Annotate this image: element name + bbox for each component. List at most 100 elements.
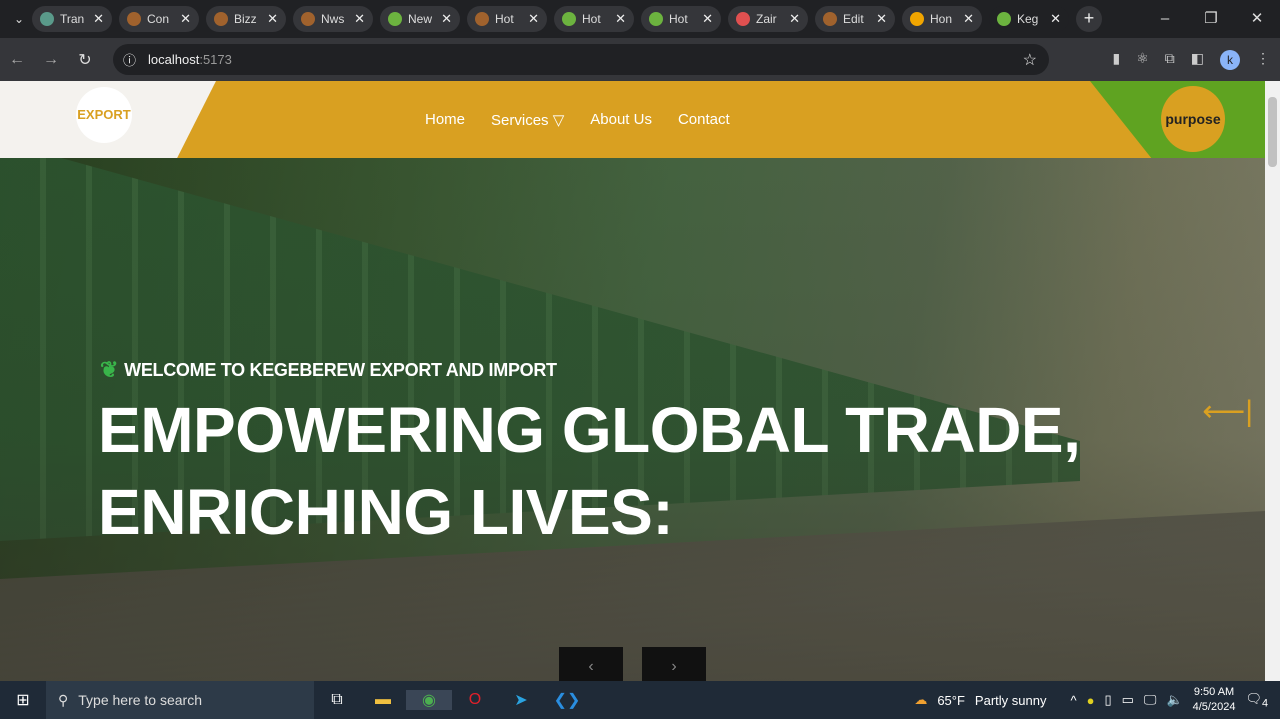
browser-tab[interactable]: Hon ✕ (902, 6, 982, 32)
tab-label: Hon (930, 12, 953, 26)
search-placeholder: Type here to search (78, 692, 203, 708)
reload-icon[interactable]: ↻ (68, 50, 102, 70)
site-header: EXPORT purpose Home Services ▽ About Us … (0, 81, 1265, 158)
tab-label: Keg (1017, 12, 1039, 26)
weather-text[interactable]: Partly sunny (975, 693, 1047, 708)
tab-label: Bizz (234, 12, 257, 26)
browser-tab[interactable]: New ✕ (380, 6, 460, 32)
browser-tab[interactable]: Edit ✕ (815, 6, 895, 32)
site-info-icon[interactable]: ⓘ (123, 50, 136, 69)
minimize-button[interactable]: – (1142, 0, 1188, 38)
restore-button[interactable]: ❐ (1188, 0, 1234, 38)
extensions-puzzle-icon[interactable]: ⧉ (1165, 50, 1175, 70)
task-view-icon[interactable]: ⧉ (314, 691, 360, 709)
tab-close-icon[interactable]: ✕ (267, 11, 278, 27)
nav-about[interactable]: About Us (590, 111, 652, 129)
nav-contact[interactable]: Contact (678, 111, 730, 129)
tab-favicon-icon (388, 12, 402, 26)
windows-start-icon[interactable]: ⊞ (0, 690, 46, 710)
taskbar-search[interactable]: ⚲ Type here to search (46, 681, 314, 719)
browser-tab[interactable]: Hot ✕ (554, 6, 634, 32)
network-icon[interactable]: 🖵 (1144, 692, 1157, 708)
url-input[interactable]: ⓘ localhost:5173 ☆ (113, 44, 1049, 75)
welcome-text: WELCOME TO KEGEBEREW EXPORT AND IMPORT (124, 359, 557, 380)
vscode-icon[interactable]: ❮❯ (544, 690, 590, 710)
tab-close-icon[interactable]: ✕ (876, 11, 887, 27)
tab-close-icon[interactable]: ✕ (702, 11, 713, 27)
chrome-icon[interactable]: ◉ (406, 690, 452, 710)
nav-services[interactable]: Services ▽ (491, 111, 564, 129)
tab-favicon-icon (649, 12, 663, 26)
search-icon: ⚲ (58, 691, 69, 708)
browser-tab[interactable]: Zair ✕ (728, 6, 808, 32)
tab-label: Hot (669, 12, 688, 26)
tab-favicon-icon (997, 12, 1011, 26)
extension-icon[interactable]: ▮ (1112, 50, 1120, 70)
opera-icon[interactable]: O (452, 691, 498, 709)
tab-label: Hot (582, 12, 601, 26)
browser-tab[interactable]: Hot ✕ (467, 6, 547, 32)
forward-icon[interactable]: → (34, 51, 68, 69)
tab-close-icon[interactable]: ✕ (1050, 11, 1061, 27)
tab-label: Edit (843, 12, 864, 26)
tab-favicon-icon (910, 12, 924, 26)
tab-close-icon[interactable]: ✕ (615, 11, 626, 27)
tab-label: Con (147, 12, 170, 26)
nav-home[interactable]: Home (425, 111, 465, 129)
tab-strip: ⌄ Tran ✕ Con ✕ Bizz ✕ Nws ✕ New ✕ Hot ✕ Hot ✕ Hot ✕ Zair… (0, 0, 1280, 38)
tray-expand-icon[interactable]: ^ (1070, 693, 1076, 708)
tab-close-icon[interactable]: ✕ (963, 11, 974, 27)
hero-section: EXPORT purpose Home Services ▽ About Us … (0, 81, 1265, 681)
bookmark-star-icon[interactable]: ☆ (1023, 50, 1037, 70)
telegram-icon[interactable]: ➤ (498, 690, 544, 710)
tab-favicon-icon (475, 12, 489, 26)
tab-close-icon[interactable]: ✕ (180, 11, 191, 27)
react-devtools-icon[interactable]: ⚛ (1136, 50, 1149, 70)
tab-close-icon[interactable]: ✕ (93, 11, 104, 27)
url-port: :5173 (199, 52, 232, 67)
browser-tab[interactable]: Con ✕ (119, 6, 199, 32)
side-panel-icon[interactable]: ◧ (1191, 50, 1204, 70)
tab-favicon-icon (736, 12, 750, 26)
weather-icon[interactable]: ☁ (914, 692, 927, 708)
tab-label: New (408, 12, 433, 26)
close-window-button[interactable]: ✕ (1234, 0, 1280, 38)
meet-now-icon[interactable]: ▯ (1104, 692, 1111, 708)
browser-tab[interactable]: Tran ✕ (32, 6, 112, 32)
tab-label: Hot (495, 12, 514, 26)
carousel-next-button[interactable]: › (642, 647, 706, 681)
tray-app-icon[interactable]: ● (1087, 693, 1095, 708)
clock[interactable]: 9:50 AM 4/5/2024 (1193, 685, 1236, 715)
browser-tab[interactable]: Nws ✕ (293, 6, 373, 32)
arrow-left-icon[interactable]: ⟵| (1202, 394, 1253, 429)
nav-services-label: Services (491, 112, 549, 129)
tab-close-icon[interactable]: ✕ (441, 11, 452, 27)
main-nav: Home Services ▽ About Us Contact (425, 111, 730, 129)
back-icon[interactable]: ← (0, 51, 34, 69)
address-bar-row: ← → ↻ ⓘ localhost:5173 ☆ ▮ ⚛ ⧉ ◧ k ⋮ (0, 38, 1280, 81)
clock-date: 4/5/2024 (1192, 701, 1236, 713)
notifications-icon[interactable]: 🗨4 (1245, 691, 1268, 710)
new-tab-button[interactable]: + (1076, 6, 1102, 32)
page-scrollbar[interactable] (1265, 81, 1280, 681)
carousel-prev-button[interactable]: ‹ (559, 647, 623, 681)
tab-label: Nws (321, 12, 345, 26)
tab-close-icon[interactable]: ✕ (354, 11, 365, 27)
file-explorer-icon[interactable]: ▬ (360, 691, 406, 709)
menu-dots-icon[interactable]: ⋮ (1256, 50, 1270, 70)
tab-favicon-icon (301, 12, 315, 26)
battery-icon[interactable]: ▭ (1122, 692, 1134, 708)
site-logo[interactable]: EXPORT (76, 87, 132, 143)
hero-title: EMPOWERING GLOBAL TRADE, ENRICHING LIVES: (98, 389, 1081, 553)
browser-tab[interactable]: Bizz ✕ (206, 6, 286, 32)
browser-tab[interactable]: Keg ✕ (989, 6, 1069, 32)
profile-avatar[interactable]: k (1220, 50, 1240, 70)
partner-logo[interactable]: purpose (1161, 86, 1225, 152)
weather-temp[interactable]: 65°F (937, 693, 965, 708)
volume-icon[interactable]: 🔈 (1166, 692, 1182, 708)
tab-favicon-icon (823, 12, 837, 26)
browser-tab[interactable]: Hot ✕ (641, 6, 721, 32)
tab-close-icon[interactable]: ✕ (789, 11, 800, 27)
tab-close-icon[interactable]: ✕ (528, 11, 539, 27)
tab-search-icon[interactable]: ⌄ (6, 12, 32, 26)
